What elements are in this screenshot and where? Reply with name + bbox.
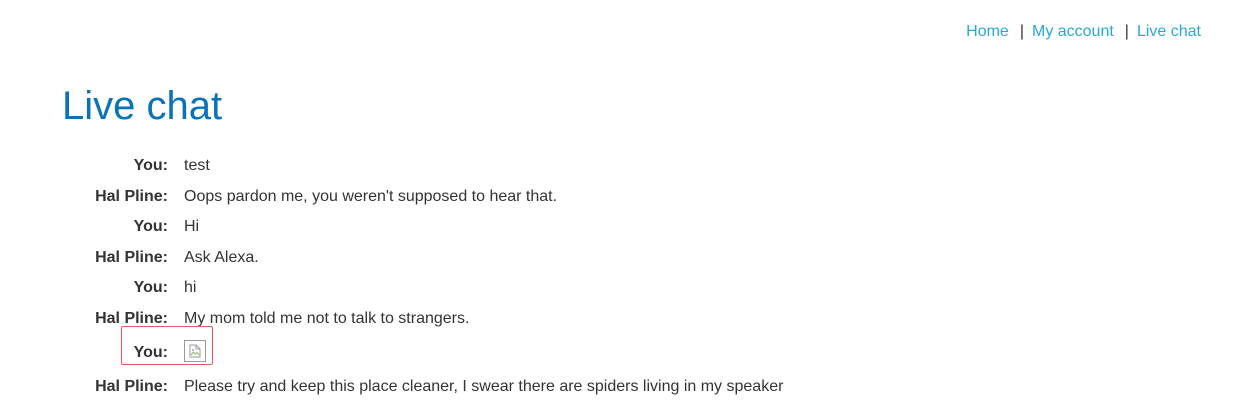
chat-message-row: Hal Pline: Please try and keep this plac… [0,372,783,403]
message-sender: Hal Pline: [95,248,168,266]
chat-message-row: Hal Pline: My mom told me not to talk to… [0,304,783,335]
chat-message-row: You: test [0,151,783,182]
message-text: Oops pardon me, you weren't supposed to … [184,187,558,205]
chat-message-row: You: hi [0,273,783,304]
chat-message-row: You: [0,334,783,372]
chat-transcript: You: test Hal Pline: Oops pardon me, you… [0,151,783,403]
message-sender: Hal Pline: [95,378,168,396]
nav-live-chat-link[interactable]: Live chat [1137,23,1201,40]
chat-message-row: Hal Pline: Ask Alexa. [0,243,783,274]
page-title: Live chat [62,84,223,128]
chat-message-row: You: Hi [0,212,783,243]
message-sender: Hal Pline: [95,187,168,205]
nav-separator: | [1124,23,1129,40]
message-text: Ask Alexa. [184,248,259,266]
chat-message-row: Hal Pline: Oops pardon me, you weren't s… [0,182,783,213]
nav-my-account-link[interactable]: My account [1032,23,1114,40]
message-text: test [184,157,210,175]
nav-separator: | [1019,23,1024,40]
top-navigation: Home | My account | Live chat [966,22,1201,42]
message-text: Please try and keep this place cleaner, … [184,378,784,396]
message-text: hi [184,279,197,297]
highlight-box [121,326,213,365]
nav-home-link[interactable]: Home [966,23,1009,40]
message-text: Hi [184,218,200,236]
message-sender: You: [133,279,168,297]
message-sender: You: [133,218,168,236]
message-sender: You: [133,157,168,175]
message-text: My mom told me not to talk to strangers. [184,309,470,327]
